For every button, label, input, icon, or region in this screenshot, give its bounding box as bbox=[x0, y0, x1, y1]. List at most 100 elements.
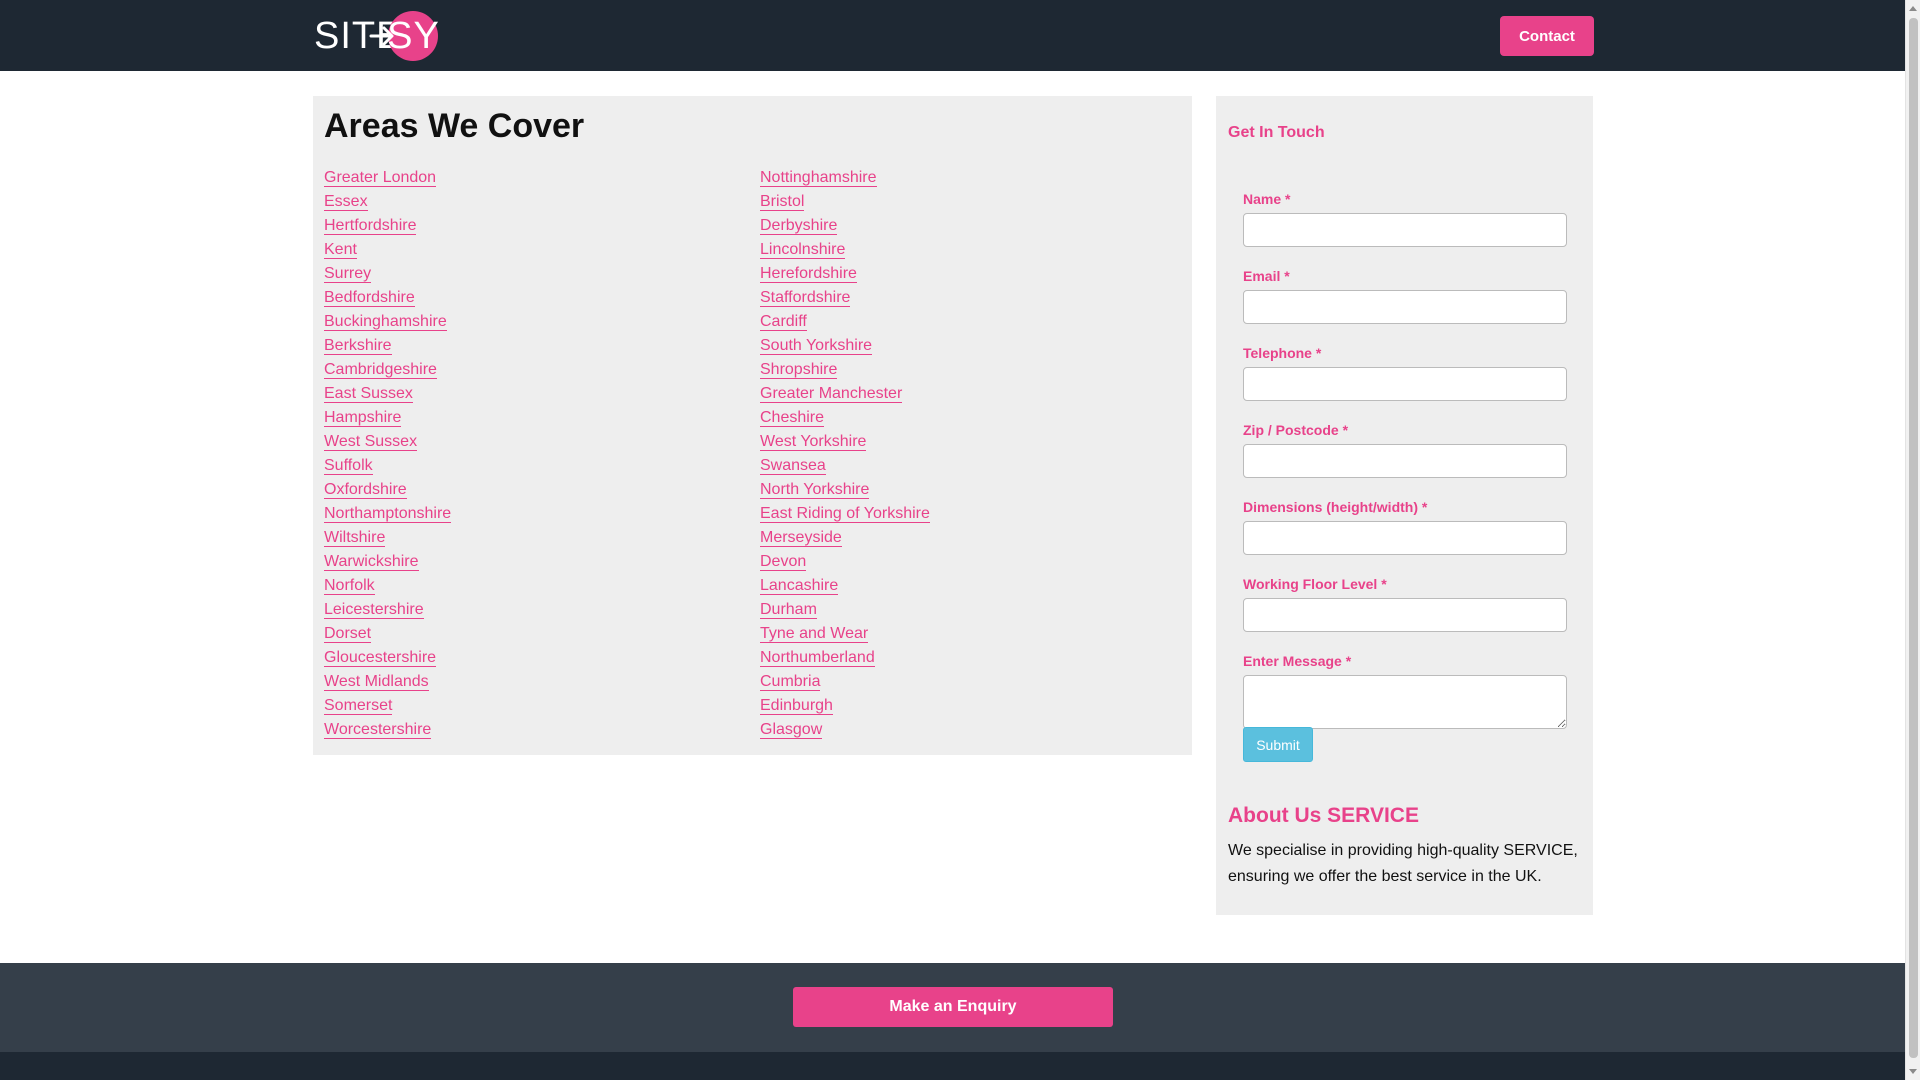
area-list-item: Merseyside bbox=[760, 526, 930, 550]
area-list-item: Devon bbox=[760, 550, 930, 574]
area-link[interactable]: West Sussex bbox=[324, 433, 418, 451]
area-list-item: Lancashire bbox=[760, 574, 930, 598]
area-link[interactable]: Hertfordshire bbox=[324, 217, 417, 235]
area-link[interactable]: Northumberland bbox=[760, 649, 875, 667]
area-list-item: North Yorkshire bbox=[760, 478, 930, 502]
area-link[interactable]: Cumbria bbox=[760, 673, 821, 691]
submit-button[interactable]: Submit bbox=[1243, 727, 1313, 762]
area-list-item: Durham bbox=[760, 598, 930, 622]
area-link[interactable]: Buckinghamshire bbox=[324, 313, 447, 331]
area-link[interactable]: Staffordshire bbox=[760, 289, 851, 307]
area-list-item: Cambridgeshire bbox=[324, 358, 451, 382]
area-list-item: Bedfordshire bbox=[324, 286, 451, 310]
area-list-item: Kent bbox=[324, 238, 451, 262]
area-list-item: Cheshire bbox=[760, 406, 930, 430]
area-list-item: Norfolk bbox=[324, 574, 451, 598]
area-list-item: Greater Manchester bbox=[760, 382, 930, 406]
form-input[interactable] bbox=[1243, 367, 1567, 401]
scrollbar-thumb[interactable] bbox=[1909, 18, 1918, 1058]
area-link[interactable]: Suffolk bbox=[324, 457, 373, 475]
area-link[interactable]: Herefordshire bbox=[760, 265, 857, 283]
scroll-up-arrow-icon[interactable] bbox=[1909, 6, 1917, 11]
area-link[interactable]: Gloucestershire bbox=[324, 649, 437, 667]
area-link[interactable]: Durham bbox=[760, 601, 817, 619]
page-footer bbox=[0, 1052, 1905, 1080]
area-list-item: Buckinghamshire bbox=[324, 310, 451, 334]
area-link[interactable]: Essex bbox=[324, 193, 368, 211]
area-link[interactable]: Shropshire bbox=[760, 361, 838, 379]
form-input[interactable] bbox=[1243, 444, 1567, 478]
scroll-down-arrow-icon[interactable] bbox=[1909, 1069, 1917, 1074]
area-list-item: Northumberland bbox=[760, 646, 930, 670]
area-link[interactable]: Cardiff bbox=[760, 313, 807, 331]
form-input[interactable] bbox=[1243, 290, 1567, 324]
area-link[interactable]: Merseyside bbox=[760, 529, 842, 547]
area-link[interactable]: Cambridgeshire bbox=[324, 361, 437, 379]
area-link[interactable]: Lincolnshire bbox=[760, 241, 846, 259]
area-link[interactable]: Swansea bbox=[760, 457, 826, 475]
area-link[interactable]: Bedfordshire bbox=[324, 289, 415, 307]
area-list-item: Warwickshire bbox=[324, 550, 451, 574]
area-link[interactable]: Lancashire bbox=[760, 577, 839, 595]
area-link[interactable]: South Yorkshire bbox=[760, 337, 873, 355]
area-list-item: Wiltshire bbox=[324, 526, 451, 550]
form-field-label: Working Floor Level * bbox=[1243, 576, 1387, 592]
area-list-item: Essex bbox=[324, 190, 451, 214]
area-link[interactable]: East Sussex bbox=[324, 385, 413, 403]
area-link[interactable]: Tyne and Wear bbox=[760, 625, 869, 643]
contact-button[interactable]: Contact bbox=[1500, 16, 1594, 56]
area-list-item: Staffordshire bbox=[760, 286, 930, 310]
form-field-label: Dimensions (height/width) * bbox=[1243, 499, 1428, 515]
area-link[interactable]: West Midlands bbox=[324, 673, 429, 691]
area-link[interactable]: North Yorkshire bbox=[760, 481, 870, 499]
area-link[interactable]: Surrey bbox=[324, 265, 372, 283]
area-link[interactable]: Kent bbox=[324, 241, 357, 259]
area-link[interactable]: Edinburgh bbox=[760, 697, 833, 715]
logo-arrow-icon bbox=[369, 26, 394, 46]
area-link[interactable]: Wiltshire bbox=[324, 529, 386, 547]
vertical-scrollbar[interactable] bbox=[1905, 0, 1920, 1080]
area-list-item: West Midlands bbox=[324, 670, 451, 694]
area-link[interactable]: Berkshire bbox=[324, 337, 392, 355]
area-list-item: Leicestershire bbox=[324, 598, 451, 622]
area-list-item: East Sussex bbox=[324, 382, 451, 406]
area-link[interactable]: Devon bbox=[760, 553, 807, 571]
area-link[interactable]: Dorset bbox=[324, 625, 372, 643]
area-list-item: East Riding of Yorkshire bbox=[760, 502, 930, 526]
area-link[interactable]: Worcestershire bbox=[324, 721, 432, 739]
area-link[interactable]: Oxfordshire bbox=[324, 481, 407, 499]
area-list-item: Surrey bbox=[324, 262, 451, 286]
area-link[interactable]: Leicestershire bbox=[324, 601, 424, 619]
area-link[interactable]: Somerset bbox=[324, 697, 393, 715]
area-link[interactable]: Bristol bbox=[760, 193, 805, 211]
message-textarea[interactable] bbox=[1243, 675, 1567, 729]
area-link[interactable]: Nottinghamshire bbox=[760, 169, 877, 187]
form-input[interactable] bbox=[1243, 213, 1567, 247]
make-enquiry-button[interactable]: Make an Enquiry bbox=[793, 987, 1113, 1027]
area-link[interactable]: Hampshire bbox=[324, 409, 402, 427]
form-input[interactable] bbox=[1243, 598, 1567, 632]
area-link[interactable]: Greater Manchester bbox=[760, 385, 903, 403]
contact-sidebar: Get In Touch Name * Email * Telephone * Zip… bbox=[1216, 96, 1593, 915]
area-link[interactable]: Cheshire bbox=[760, 409, 825, 427]
top-navbar: SITE SY Contact bbox=[0, 0, 1905, 71]
area-link[interactable]: Greater London bbox=[324, 169, 437, 187]
area-link[interactable]: Glasgow bbox=[760, 721, 823, 739]
area-list-item: Berkshire bbox=[324, 334, 451, 358]
form-input[interactable] bbox=[1243, 521, 1567, 555]
form-field: Working Floor Level * bbox=[1243, 575, 1567, 632]
area-link[interactable]: Warwickshire bbox=[324, 553, 419, 571]
area-list-item: Nottinghamshire bbox=[760, 166, 930, 190]
area-list-item: Hampshire bbox=[324, 406, 451, 430]
area-link[interactable]: Norfolk bbox=[324, 577, 375, 595]
area-link[interactable]: West Yorkshire bbox=[760, 433, 867, 451]
area-list-item: Oxfordshire bbox=[324, 478, 451, 502]
area-link[interactable]: Northamptonshire bbox=[324, 505, 452, 523]
contact-form: Name * Email * Telephone * Zip / Postcode *… bbox=[1243, 190, 1567, 749]
area-list-item: Derbyshire bbox=[760, 214, 930, 238]
area-list-item: Hertfordshire bbox=[324, 214, 451, 238]
area-link[interactable]: Derbyshire bbox=[760, 217, 838, 235]
area-list-item: Greater London bbox=[324, 166, 451, 190]
area-link[interactable]: East Riding of Yorkshire bbox=[760, 505, 930, 523]
area-list-item: Northamptonshire bbox=[324, 502, 452, 526]
